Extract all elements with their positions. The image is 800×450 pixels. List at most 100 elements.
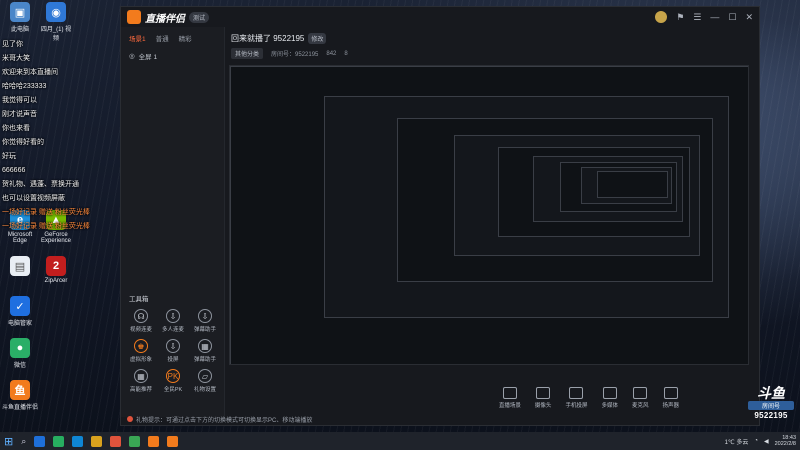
- app-name: 直播伴侣: [145, 13, 185, 25]
- chat-message-text: 欢迎来到本直播间: [2, 69, 58, 76]
- watermark-room-id: 9522195: [754, 411, 788, 420]
- bottom-tool-label: 手机投屏: [565, 403, 588, 409]
- bottom-tool-button[interactable]: 直播场景: [499, 387, 521, 409]
- bottom-tool-icon: [502, 387, 517, 399]
- chat-message: 见了你: [2, 38, 132, 52]
- tool-label: 弹幕助手: [193, 327, 216, 333]
- version-badge: 测试: [189, 11, 210, 23]
- app-logo: 直播伴侣 测试: [127, 10, 210, 25]
- category-chip[interactable]: 其他分类: [231, 48, 264, 59]
- desktop-icon-security[interactable]: ✓ 电脑管家: [2, 296, 38, 327]
- tool-icon: ▦: [198, 339, 212, 353]
- toolbox-grid: ☊ 视频连麦 ⇩ 多人连麦 ⇩ 弹幕助手 ♚ 虚拟形象 ⇩ 投屏 ▦ 弹幕助手 ▦ 高能推荐 PK 全民PK ▱…: [125, 309, 221, 393]
- room-id-label: 房间号：9522195: [271, 52, 319, 58]
- chat-message-text: 贺礼物、遇蓬、票换开通: [2, 181, 79, 188]
- bottom-tool-button[interactable]: 麦克风: [632, 387, 648, 409]
- tool-button[interactable]: ♚ 虚拟形象: [125, 339, 157, 363]
- desktop-icon-doc[interactable]: ▤: [2, 256, 38, 278]
- chat-message: 一场好记录 赠送 粉丝荧光棒: [2, 220, 132, 234]
- taskbar-app-icon[interactable]: [129, 435, 141, 447]
- desktop-icon-douyu-helper[interactable]: 鱼斗鱼直播伴侣: [2, 380, 38, 411]
- tool-icon: ☊: [134, 309, 148, 323]
- desktop-icon-label: 电脑管家: [7, 321, 32, 327]
- chat-message-text: 哈哈哈233333: [2, 83, 47, 90]
- volume-icon[interactable]: ◀: [764, 438, 769, 445]
- bottom-tool-label: 直播场景: [498, 403, 521, 409]
- windows-start-icon[interactable]: ⊞: [4, 435, 13, 448]
- chat-message-text: 见了你: [2, 41, 23, 48]
- stream-preview[interactable]: [229, 65, 749, 365]
- chat-message-text: 你觉得好看的: [2, 139, 44, 146]
- taskbar-app-icon[interactable]: [167, 435, 179, 447]
- taskbar-app-icon[interactable]: [110, 435, 122, 447]
- tool-button[interactable]: ⇩ 弹幕助手: [189, 309, 221, 333]
- tool-icon: ⇩: [166, 339, 180, 353]
- fan-count: 8: [344, 50, 348, 57]
- desktop-icon-label: ZipArcer: [44, 278, 68, 284]
- gift-icon[interactable]: ⚑: [676, 12, 684, 23]
- stream-header: 回来就播了 9522195 修改 其他分类 房间号：9522195 842 8: [231, 33, 749, 63]
- douyu-logo-icon: [127, 10, 141, 24]
- wechat-icon: ●: [10, 338, 30, 358]
- desktop-icon-wechat[interactable]: ● 微信: [2, 338, 38, 369]
- desktop-icon-computer[interactable]: ▣ 此电脑: [2, 2, 38, 33]
- bottom-tool-button[interactable]: 多媒体: [601, 387, 618, 409]
- desktop-icon-label: 斗鱼直播伴侣: [2, 405, 39, 411]
- close-icon[interactable]: ✕: [745, 12, 753, 23]
- desktop-icon-zip-app[interactable]: 2 ZipArcer: [38, 256, 74, 284]
- taskbar-app-icon[interactable]: [72, 435, 84, 447]
- tool-button[interactable]: ☊ 视频连麦: [125, 309, 157, 333]
- avatar[interactable]: [655, 11, 668, 23]
- chat-message-text: 一场好记录 赠送 粉丝荧光棒: [2, 209, 90, 216]
- tool-button[interactable]: ▦ 高能推荐: [125, 369, 157, 393]
- chat-message: 欢迎来到本直播间: [2, 66, 132, 80]
- tool-label: 虚拟形象: [129, 357, 152, 363]
- tool-icon: ♚: [134, 339, 148, 353]
- scene-tabs: 场景1 普通 精彩: [121, 27, 224, 47]
- tool-button[interactable]: PK 全民PK: [157, 369, 189, 393]
- viewer-count: 842: [326, 50, 337, 57]
- bottom-tool-label: 扬声器: [662, 403, 679, 409]
- watermark-brand: 斗鱼: [757, 385, 785, 401]
- clock[interactable]: 18:43 2022/2/8: [775, 435, 796, 448]
- search-icon[interactable]: ⌕: [21, 436, 26, 447]
- chat-message-text: 也可以设置视频屏蔽: [2, 195, 65, 202]
- edit-title-button[interactable]: 修改: [308, 33, 327, 44]
- desktop-icon-label: 此电脑: [10, 27, 29, 33]
- chat-message: 我觉得可以: [2, 94, 132, 108]
- minimize-icon[interactable]: —: [710, 12, 719, 22]
- network-icon[interactable]: ◔: [754, 438, 758, 444]
- bottom-tool-button[interactable]: 手机投屏: [565, 387, 587, 409]
- eye-icon[interactable]: ◎: [129, 52, 135, 60]
- desktop-icon-browser[interactable]: ◉ 四月_(1) 视频: [38, 2, 74, 42]
- tool-button[interactable]: ▦ 弹幕助手: [189, 339, 221, 363]
- scene-tab[interactable]: 普通: [156, 33, 169, 43]
- stream-title: 回来就播了 9522195: [231, 34, 305, 43]
- scene-item[interactable]: ◎ 全屏 1: [121, 47, 224, 65]
- chat-message: 哈哈哈233333: [2, 80, 132, 94]
- scene-tab[interactable]: 场景1: [129, 33, 146, 43]
- tool-button[interactable]: ⇩ 投屏: [157, 339, 189, 363]
- scene-tab[interactable]: 精彩: [179, 33, 192, 43]
- tool-button[interactable]: ⇩ 多人连麦: [157, 309, 189, 333]
- system-tray: 1℃ 多云 ◔ ◀ 18:43 2022/2/8: [725, 435, 796, 448]
- chat-message-text: 一场好记录 赠送 粉丝荧光棒: [2, 223, 90, 230]
- taskbar-app-icon[interactable]: [53, 435, 65, 447]
- taskbar-apps: [34, 435, 179, 447]
- tool-icon: ⇩: [166, 309, 180, 323]
- taskbar-app-icon[interactable]: [91, 435, 103, 447]
- taskbar-app-icon[interactable]: [148, 435, 160, 447]
- bottom-tool-button[interactable]: 摄像头: [535, 387, 551, 409]
- bottom-tool-icon: [663, 387, 678, 399]
- tool-button[interactable]: ▱ 礼物设置: [189, 369, 221, 393]
- streaming-app-window: 直播伴侣 测试 ⚑ ☰ — ☐ ✕ 场景1 普通 精彩 ◎ 全屏 1 工具箱 ☊ 视频…: [120, 6, 760, 426]
- app-titlebar: 直播伴侣 测试 ⚑ ☰ — ☐ ✕: [121, 7, 759, 27]
- chat-message: 一场好记录 赠送 粉丝荧光棒: [2, 206, 132, 220]
- weather-text[interactable]: 1℃ 多云: [725, 437, 749, 446]
- bottom-tool-button[interactable]: 扬声器: [662, 387, 679, 409]
- tool-label: 礼物设置: [193, 387, 216, 393]
- menu-icon[interactable]: ☰: [693, 12, 701, 23]
- taskbar-app-icon[interactable]: [34, 435, 46, 447]
- stream-meta: 其他分类 房间号：9522195 842 8: [231, 48, 749, 59]
- maximize-icon[interactable]: ☐: [728, 12, 736, 23]
